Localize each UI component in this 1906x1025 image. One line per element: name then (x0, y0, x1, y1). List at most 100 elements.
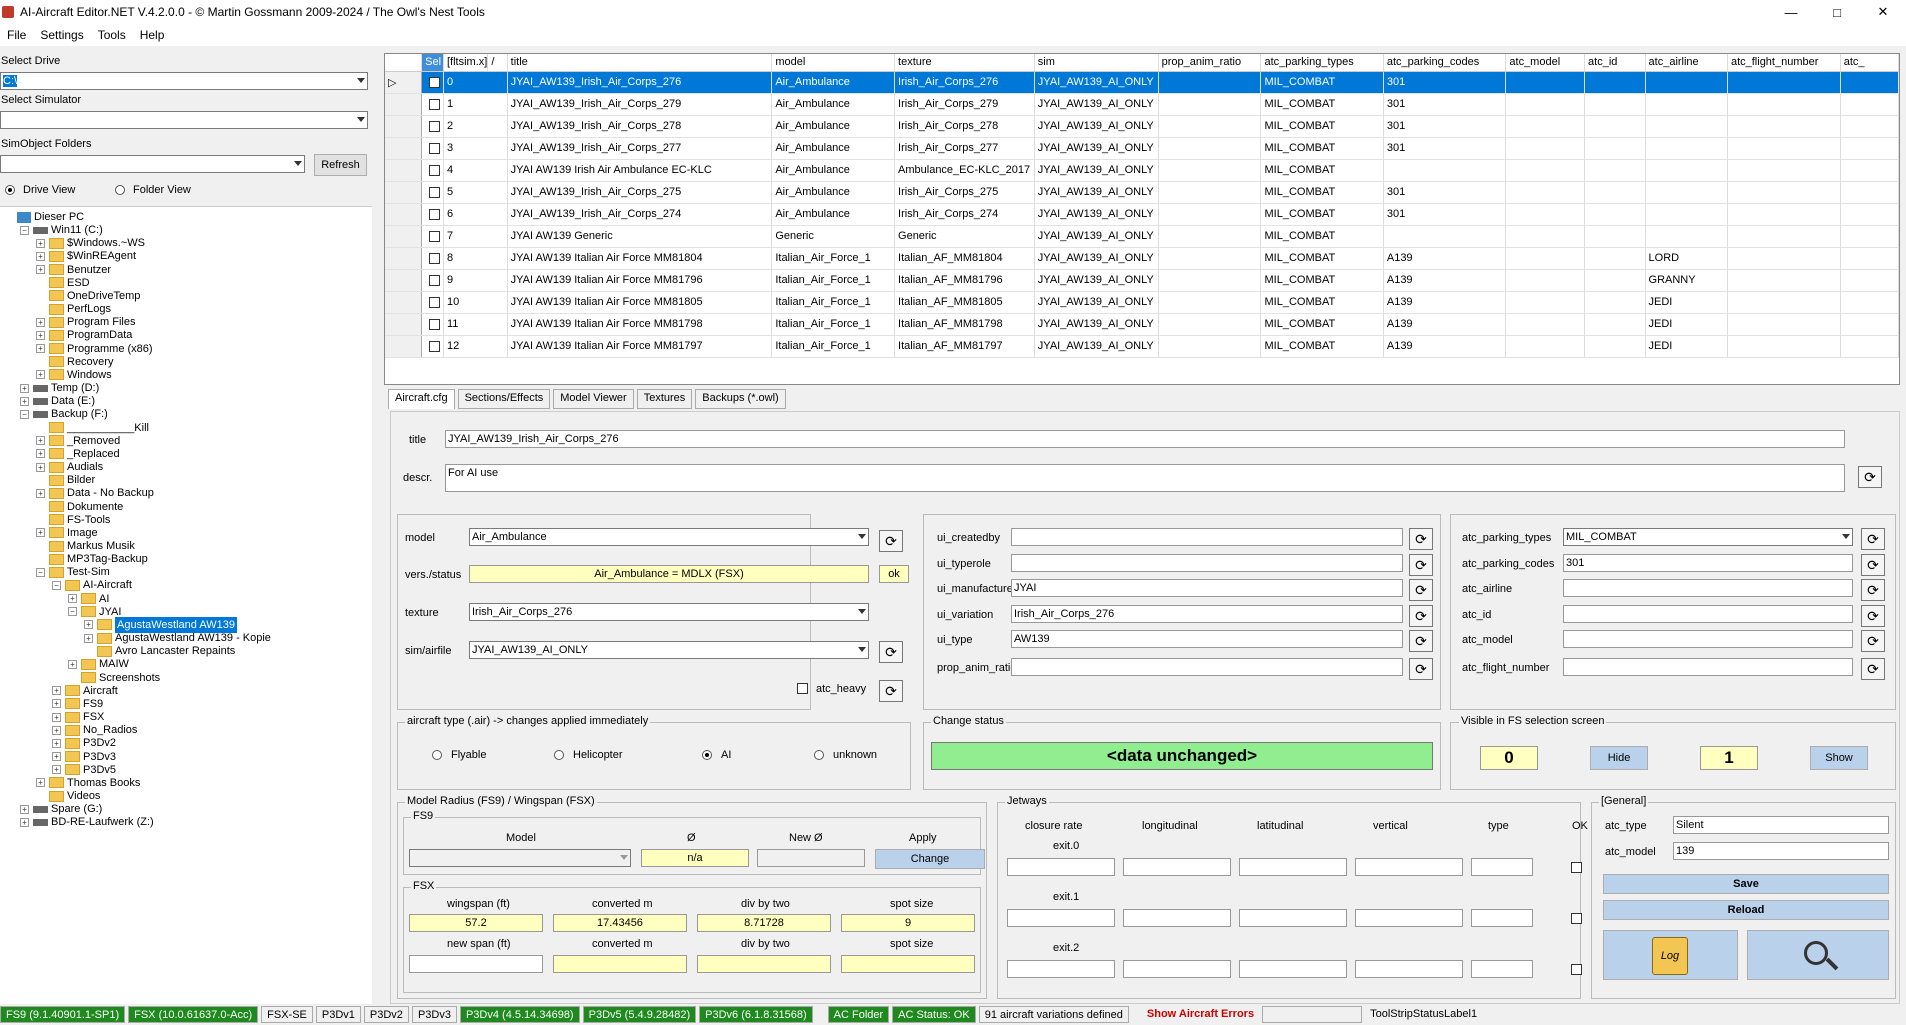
select-cell[interactable] (421, 313, 444, 336)
table-cell[interactable] (1727, 225, 1841, 248)
table-cell[interactable]: 1 (443, 93, 508, 116)
atc-id-field[interactable] (1563, 605, 1853, 623)
table-cell[interactable]: MIL_COMBAT (1260, 247, 1384, 270)
table-cell[interactable]: Irish_Air_Corps_276 (894, 71, 1035, 94)
reload-button[interactable]: Reload (1603, 900, 1889, 920)
jetway-field[interactable] (1123, 858, 1231, 876)
table-row[interactable]: 12 JYAI AW139 Italian Air Force MM81797 It… (385, 335, 1899, 358)
log-button[interactable]: Log (1603, 930, 1738, 980)
table-cell[interactable]: Air_Ambulance (771, 181, 896, 204)
table-cell[interactable]: 301 (1383, 203, 1507, 226)
table-cell[interactable] (1584, 225, 1646, 248)
table-cell[interactable]: Irish_Air_Corps_279 (894, 93, 1035, 116)
sync-sim-icon[interactable]: ⟳ (879, 641, 903, 663)
table-cell[interactable]: 0 (443, 71, 508, 94)
expand-icon[interactable]: + (36, 370, 45, 380)
show-button[interactable]: Show (1810, 746, 1868, 770)
sync-icon[interactable]: ⟳ (1861, 554, 1885, 576)
column-header[interactable]: Sel (421, 54, 444, 72)
table-cell[interactable]: 301 (1383, 181, 1507, 204)
table-cell[interactable] (1840, 203, 1899, 226)
table-cell[interactable]: JYAI_AW139_Irish_Air_Corps_277 (507, 137, 773, 160)
table-cell[interactable]: 9 (443, 269, 508, 292)
table-cell[interactable] (1158, 225, 1262, 248)
column-header[interactable]: atc_id (1584, 54, 1646, 72)
jetway-field[interactable] (1239, 909, 1347, 927)
table-row[interactable]: 6 JYAI_AW139_Irish_Air_Corps_274 Air_Ambul… (385, 203, 1899, 226)
table-cell[interactable] (1584, 181, 1646, 204)
table-cell[interactable]: JYAI AW139 Italian Air Force MM81797 (507, 335, 773, 358)
sync-icon[interactable]: ⟳ (1861, 528, 1885, 550)
table-cell[interactable]: Air_Ambulance (771, 203, 896, 226)
table-cell[interactable]: Generic (771, 225, 896, 248)
table-row[interactable]: 5 JYAI_AW139_Irish_Air_Corps_275 Air_Ambul… (385, 181, 1899, 204)
table-cell[interactable]: MIL_COMBAT (1260, 313, 1384, 336)
sync-icon[interactable]: ⟳ (1409, 605, 1433, 627)
select-cell[interactable] (421, 159, 444, 182)
table-cell[interactable]: A139 (1383, 335, 1507, 358)
table-cell[interactable]: Irish_Air_Corps_277 (894, 137, 1035, 160)
expand-icon[interactable] (36, 305, 45, 314)
atc-type-field[interactable]: Silent (1673, 816, 1889, 834)
jetway-field[interactable] (1239, 960, 1347, 978)
column-header[interactable]: texture (894, 54, 1035, 72)
table-cell[interactable] (1727, 291, 1841, 314)
table-cell[interactable]: 301 (1383, 137, 1507, 160)
table-cell[interactable]: Air_Ambulance (771, 115, 896, 138)
table-cell[interactable]: JYAI_AW139_AI_ONLY (1034, 313, 1159, 336)
table-cell[interactable] (1584, 115, 1646, 138)
column-header[interactable]: sim (1034, 54, 1159, 72)
table-cell[interactable]: MIL_COMBAT (1260, 159, 1384, 182)
row-header[interactable] (385, 291, 423, 314)
expand-icon[interactable]: + (36, 330, 45, 340)
row-checkbox[interactable] (428, 318, 440, 330)
table-cell[interactable] (1727, 93, 1841, 116)
table-cell[interactable] (1584, 203, 1646, 226)
table-cell[interactable] (1158, 181, 1262, 204)
table-cell[interactable]: JYAI_AW139_Irish_Air_Corps_274 (507, 203, 773, 226)
table-cell[interactable]: Ambulance_EC-KLC_2017 (894, 159, 1035, 182)
table-cell[interactable]: A139 (1383, 291, 1507, 314)
ui-typerole-field[interactable] (1011, 554, 1403, 572)
table-cell[interactable]: JYAI_AW139_Irish_Air_Corps_275 (507, 181, 773, 204)
table-cell[interactable] (1645, 225, 1728, 248)
expand-icon[interactable]: + (36, 436, 45, 446)
table-cell[interactable]: A139 (1383, 269, 1507, 292)
table-cell[interactable] (1383, 225, 1507, 248)
table-cell[interactable] (1840, 159, 1899, 182)
table-cell[interactable]: Italian_Air_Force_1 (771, 291, 896, 314)
column-header[interactable]: title (507, 54, 773, 72)
table-cell[interactable] (1158, 291, 1262, 314)
row-header[interactable] (385, 247, 423, 270)
table-cell[interactable] (1645, 93, 1728, 116)
menu-help[interactable]: Help (133, 28, 172, 42)
table-cell[interactable]: JYAI_AW139_AI_ONLY (1034, 137, 1159, 160)
column-header[interactable]: atc_parking_codes (1383, 54, 1507, 72)
column-header[interactable]: atc_flight_number (1727, 54, 1841, 72)
atc-model-field[interactable] (1563, 630, 1853, 648)
table-cell[interactable] (1840, 269, 1899, 292)
table-cell[interactable] (1158, 203, 1262, 226)
table-cell[interactable]: Italian_Air_Force_1 (771, 269, 896, 292)
row-header[interactable] (385, 203, 423, 226)
table-cell[interactable] (1727, 313, 1841, 336)
table-cell[interactable]: JYAI_AW139_AI_ONLY (1034, 181, 1159, 204)
table-cell[interactable]: Italian_AF_MM81805 (894, 291, 1035, 314)
simulator-select[interactable] (0, 111, 368, 129)
atc-heavy-checkbox[interactable] (797, 683, 808, 694)
table-cell[interactable] (1505, 269, 1586, 292)
table-cell[interactable]: JYAI AW139 Irish Air Ambulance EC-KLC (507, 159, 773, 182)
table-cell[interactable]: JYAI AW139 Italian Air Force MM81804 (507, 247, 773, 270)
atc-parking-types-field[interactable]: MIL_COMBAT (1563, 528, 1853, 546)
table-cell[interactable]: MIL_COMBAT (1260, 291, 1384, 314)
table-cell[interactable]: JYAI_AW139_Irish_Air_Corps_279 (507, 93, 773, 116)
tab-model-viewer[interactable]: Model Viewer (553, 389, 634, 409)
table-cell[interactable] (1158, 247, 1262, 270)
jetway-field[interactable] (1007, 909, 1115, 927)
table-cell[interactable]: Italian_AF_MM81797 (894, 335, 1035, 358)
table-cell[interactable]: JYAI_AW139_Irish_Air_Corps_276 (507, 71, 773, 94)
expand-icon[interactable] (36, 291, 45, 300)
table-cell[interactable] (1505, 225, 1586, 248)
table-cell[interactable]: Irish_Air_Corps_275 (894, 181, 1035, 204)
table-cell[interactable]: MIL_COMBAT (1260, 335, 1384, 358)
